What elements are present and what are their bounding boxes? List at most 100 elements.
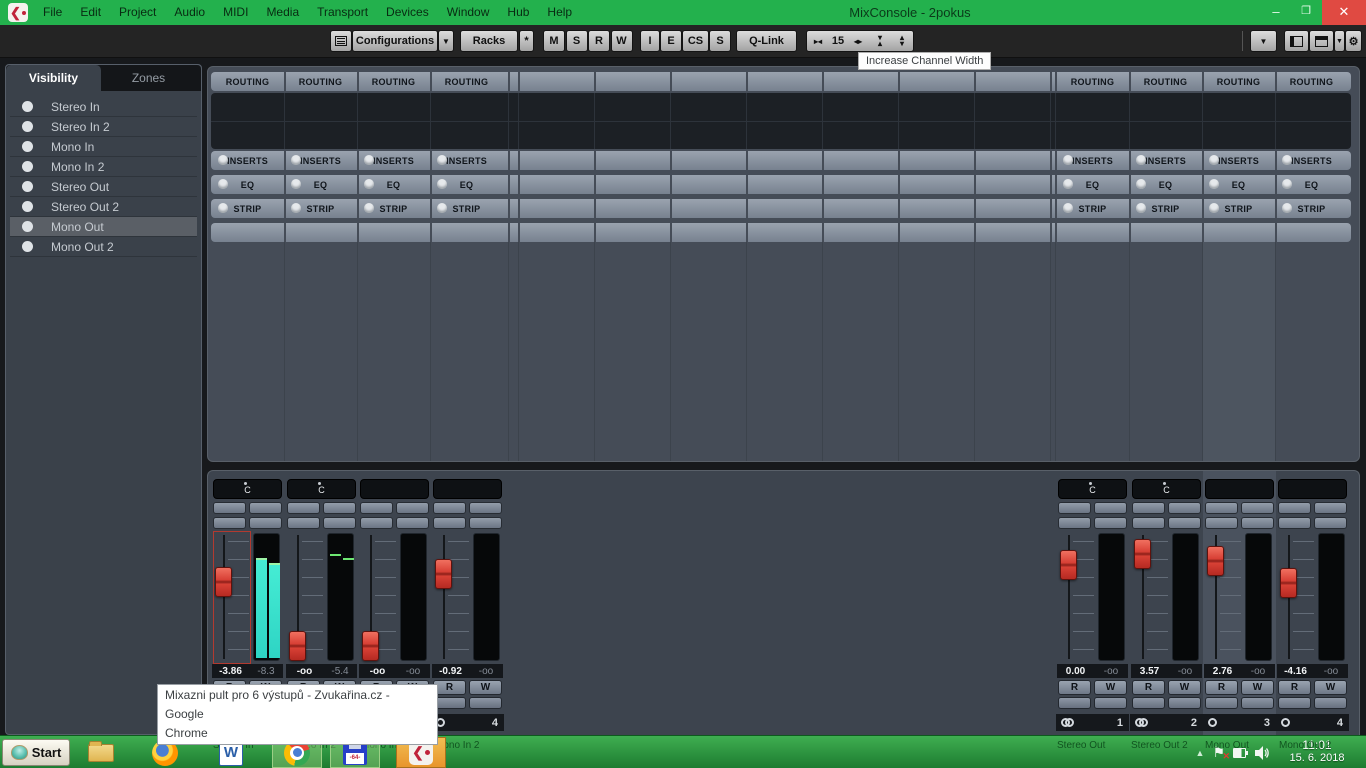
automation-read-button[interactable]: R [1058, 680, 1091, 695]
zone-dropdown-icon[interactable]: ▼ [1334, 30, 1345, 52]
menu-file[interactable]: File [34, 0, 71, 25]
rack-cell-inserts-ch3[interactable]: INSERTS [357, 151, 430, 170]
strip-lower-button-1[interactable] [1094, 697, 1127, 709]
strip-button-2[interactable] [1205, 517, 1238, 529]
visibility-item-stereo-out-2[interactable]: Stereo Out 2 [10, 197, 197, 217]
toolbar-button-r[interactable]: R [588, 30, 610, 52]
rack-cell-inserts-ch1[interactable]: INSERTS [211, 151, 284, 170]
fader-knob[interactable] [1134, 539, 1151, 569]
strip-lower-button-1[interactable] [1168, 697, 1201, 709]
menu-audio[interactable]: Audio [165, 0, 214, 25]
rack-bypass-led-icon[interactable] [291, 179, 301, 189]
strip-button-3[interactable] [396, 517, 429, 529]
channel-visible-dot-icon[interactable] [22, 101, 33, 112]
rack-cell-eq-ch4[interactable]: EQ [430, 175, 503, 194]
strip-button-3[interactable] [1094, 517, 1127, 529]
channel-visible-dot-icon[interactable] [22, 241, 33, 252]
strip-button-2[interactable] [1132, 517, 1165, 529]
decrease-channel-width-button[interactable]: ▸◂ [808, 30, 828, 52]
rack-cell-routing-ch6[interactable]: ROUTING [1129, 72, 1202, 91]
rack-cell-routing-ch1[interactable]: ROUTING [211, 72, 284, 91]
rack-bypass-led-icon[interactable] [1282, 203, 1292, 213]
configurations-button[interactable]: Configurations [352, 30, 438, 52]
qlink-button[interactable]: Q-Link [736, 30, 797, 52]
rack-cell-inserts-ch5[interactable]: INSERTS [1056, 151, 1129, 170]
toolbar-button-w[interactable]: W [611, 30, 633, 52]
strip-button-2[interactable] [433, 517, 466, 529]
rack-cell-inserts-ch7[interactable]: INSERTS [1202, 151, 1275, 170]
pan-control[interactable] [1205, 479, 1274, 499]
strip-button-1[interactable] [396, 502, 429, 514]
peak-db-value[interactable]: -oo [1168, 666, 1202, 677]
strip-button-0[interactable] [360, 502, 393, 514]
functions-dropdown-button[interactable]: ▼ [1250, 30, 1277, 52]
strip-lower-button-0[interactable] [1058, 697, 1091, 709]
strip-button-0[interactable] [1278, 502, 1311, 514]
strip-button-3[interactable] [1314, 517, 1347, 529]
strip-button-3[interactable] [1168, 517, 1201, 529]
rack-bypass-led-icon[interactable] [291, 203, 301, 213]
rack-bypass-led-icon[interactable] [218, 203, 228, 213]
rack-cell-strip-ch4[interactable]: STRIP [430, 199, 503, 218]
rack-bypass-led-icon[interactable] [1063, 155, 1073, 165]
fader-knob[interactable] [435, 559, 452, 589]
fader-db-value[interactable]: 2.76 [1204, 666, 1241, 677]
peak-db-value[interactable]: -8.3 [249, 666, 283, 677]
pan-control[interactable]: C [1132, 479, 1201, 499]
fader-knob[interactable] [362, 631, 379, 661]
settings-gear-icon[interactable]: ⚙ [1345, 30, 1362, 52]
left-zone-toggle-button[interactable] [1284, 30, 1309, 52]
strip-button-3[interactable] [469, 517, 502, 529]
pan-control[interactable]: C [213, 479, 282, 499]
visibility-item-mono-in[interactable]: Mono In [10, 137, 197, 157]
strip-button-0[interactable] [287, 502, 320, 514]
routing-slots-area[interactable] [211, 93, 1351, 149]
start-button[interactable]: Start [2, 739, 70, 766]
fader-knob[interactable] [1280, 568, 1297, 598]
strip-button-0[interactable] [433, 502, 466, 514]
menu-midi[interactable]: MIDI [214, 0, 257, 25]
strip-button-3[interactable] [1241, 517, 1274, 529]
channel-visible-dot-icon[interactable] [22, 201, 33, 212]
toolbar-button-m[interactable]: M [543, 30, 565, 52]
pan-control[interactable] [433, 479, 502, 499]
rack-bypass-led-icon[interactable] [364, 179, 374, 189]
rack-cell-strip-ch3[interactable]: STRIP [357, 199, 430, 218]
automation-write-button[interactable]: W [1314, 680, 1347, 695]
strip-lower-button-1[interactable] [1314, 697, 1347, 709]
visibility-item-stereo-out[interactable]: Stereo Out [10, 177, 197, 197]
rack-bypass-led-icon[interactable] [364, 155, 374, 165]
strip-lower-button-0[interactable] [1278, 697, 1311, 709]
strip-button-1[interactable] [249, 502, 282, 514]
rack-bypass-led-icon[interactable] [1063, 179, 1073, 189]
visibility-item-mono-out[interactable]: Mono Out [10, 217, 197, 237]
strip-button-1[interactable] [1314, 502, 1347, 514]
rack-bypass-led-icon[interactable] [437, 179, 447, 189]
strip-button-0[interactable] [213, 502, 246, 514]
channel-visible-dot-icon[interactable] [22, 141, 33, 152]
rack-cell-inserts-ch4[interactable]: INSERTS [430, 151, 503, 170]
visibility-item-stereo-in[interactable]: Stereo In [10, 97, 197, 117]
rack-cell-strip-ch1[interactable]: STRIP [211, 199, 284, 218]
strip-button-0[interactable] [1132, 502, 1165, 514]
visibility-item-stereo-in-2[interactable]: Stereo In 2 [10, 117, 197, 137]
toolbar-button-cs[interactable]: CS [682, 30, 709, 52]
menu-transport[interactable]: Transport [308, 0, 377, 25]
rack-bypass-led-icon[interactable] [1209, 203, 1219, 213]
rack-bypass-led-icon[interactable] [437, 155, 447, 165]
toolbar-button-s[interactable]: S [566, 30, 588, 52]
rack-bypass-led-icon[interactable] [218, 155, 228, 165]
strip-lower-button-1[interactable] [469, 697, 502, 709]
toolbar-button-i[interactable]: I [640, 30, 660, 52]
strip-lower-button-1[interactable] [1241, 697, 1274, 709]
rack-bypass-led-icon[interactable] [218, 179, 228, 189]
fader-db-value[interactable]: -oo [286, 666, 323, 677]
menu-hub[interactable]: Hub [498, 0, 538, 25]
peak-db-value[interactable]: -oo [1314, 666, 1348, 677]
strip-button-0[interactable] [1058, 502, 1091, 514]
strip-button-1[interactable] [1241, 502, 1274, 514]
automation-write-button[interactable]: W [1168, 680, 1201, 695]
rack-cell-routing-ch7[interactable]: ROUTING [1202, 72, 1275, 91]
strip-lower-button-0[interactable] [1132, 697, 1165, 709]
top-zone-toggle-button[interactable] [1309, 30, 1334, 52]
